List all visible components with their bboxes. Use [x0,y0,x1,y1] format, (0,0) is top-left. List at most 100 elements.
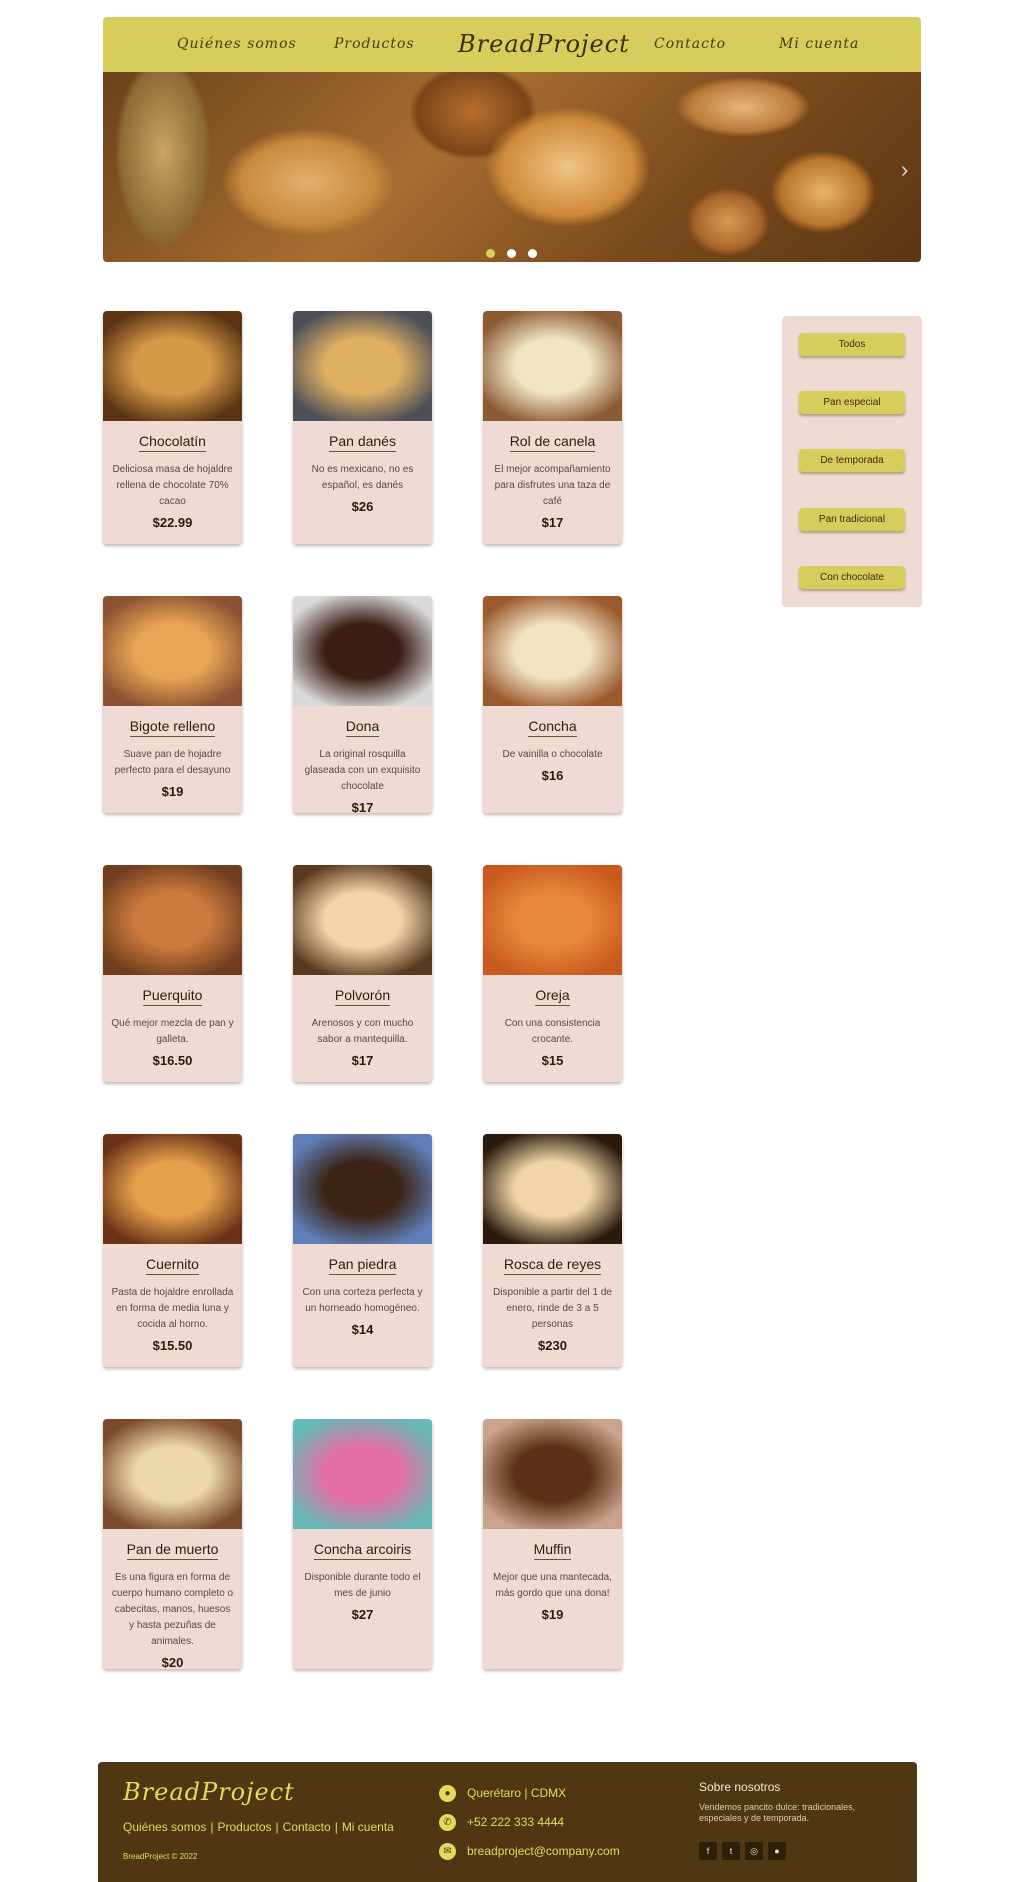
facebook-icon[interactable]: f [699,1842,717,1860]
product-card[interactable]: Chocolatín Deliciosa masa de hojaldre rel… [103,311,242,544]
product-image[interactable] [103,1419,242,1529]
footer-copyright: BreadProject © 2022 [123,1852,198,1861]
brand-logo[interactable]: BreadProject [458,17,630,72]
product-name[interactable]: Oreja [535,987,570,1006]
product-card[interactable]: Bigote relleno Suave pan de hojadre perfe… [103,596,242,813]
product-name[interactable]: Pan piedra [328,1256,397,1275]
product-image[interactable] [483,1419,622,1529]
product-name[interactable]: Muffin [533,1541,572,1560]
footer-link-contact[interactable]: Contacto [283,1820,331,1834]
product-card[interactable]: Pan piedra Con una corteza perfecta y un … [293,1134,432,1367]
product-description: Con una consistencia crocante. [504,1018,601,1045]
product-description: Es una figura en forma de cuerpo humano … [111,1572,234,1647]
product-name[interactable]: Rol de canela [509,433,596,452]
product-price: $15.50 [152,1338,193,1353]
product-price: $26 [351,499,374,514]
footer-link-about[interactable]: Quiénes somos [123,1820,206,1834]
filter-button-pan-tradicional[interactable]: Pan tradicional [799,508,905,531]
product-price: $230 [538,1338,567,1353]
phone-icon: ✆ [439,1813,456,1831]
product-price: $16 [541,768,564,783]
instagram-icon[interactable]: ◎ [745,1842,763,1860]
product-image[interactable] [483,596,622,706]
product-card[interactable]: Polvorón Arenosos y con mucho sabor a man… [293,865,432,1082]
product-name[interactable]: Cuernito [146,1256,199,1275]
footer: BreadProject Quiénes somos | Productos | Con… [98,1762,917,1882]
footer-location: ● Querétaro | CDMX [439,1784,566,1802]
product-description: Pasta de hojaldre enrollada en forma de … [111,1287,234,1330]
product-price: $19 [541,1607,564,1622]
product-price: $17 [351,1053,374,1068]
carousel-next-arrow[interactable]: › [901,157,908,183]
product-image[interactable] [293,1419,432,1529]
carousel-dot-2[interactable] [507,249,516,258]
product-name[interactable]: Pan de muerto [126,1541,219,1560]
footer-email-text[interactable]: breadproject@company.com [467,1844,620,1858]
footer-brand[interactable]: BreadProject [123,1778,295,1806]
filter-button-pan-especial[interactable]: Pan especial [799,391,905,414]
footer-email: ✉ breadproject@company.com [439,1842,620,1860]
product-card[interactable]: Dona La original rosquilla glaseada con u… [293,596,432,813]
filter-button-con-chocolate[interactable]: Con chocolate [799,566,905,589]
product-image[interactable] [483,865,622,975]
nav-link-about[interactable]: Quiénes somos [177,17,297,72]
product-image[interactable] [103,311,242,421]
product-price: $17 [541,515,564,530]
product-name[interactable]: Bigote relleno [129,718,216,737]
product-image[interactable] [483,1134,622,1244]
footer-link-separator: | [210,1820,214,1834]
product-price: $17 [351,800,374,813]
carousel-dot-3[interactable] [528,249,537,258]
product-description: No es mexicano, no es español, es danés [311,464,414,491]
product-price: $27 [351,1607,374,1622]
product-image[interactable] [293,865,432,975]
product-name[interactable]: Concha arcoiris [313,1541,412,1560]
twitter-icon[interactable]: t [722,1842,740,1860]
nav-link-contact[interactable]: Contacto [654,17,726,72]
product-image[interactable] [103,865,242,975]
nav-link-products[interactable]: Productos [334,17,415,72]
footer-phone-text[interactable]: +52 222 333 4444 [467,1815,564,1829]
product-card[interactable]: Rol de canela El mejor acompañamiento par… [483,311,622,544]
product-image[interactable] [103,596,242,706]
product-card[interactable]: Pan de muerto Es una figura en forma de c… [103,1419,242,1669]
nav-link-account[interactable]: Mi cuenta [779,17,859,72]
product-image[interactable] [103,1134,242,1244]
product-name[interactable]: Chocolatín [139,433,206,452]
product-name[interactable]: Pan danés [329,433,396,452]
footer-link-account[interactable]: Mi cuenta [342,1820,394,1834]
product-name[interactable]: Puerquito [142,987,203,1006]
carousel-dot-1[interactable] [486,249,495,258]
footer-link-separator: | [334,1820,338,1834]
product-card[interactable]: Puerquito Qué mejor mezcla de pan y galle… [103,865,242,1082]
filter-button-todos[interactable]: Todos [799,333,905,356]
product-card[interactable]: Muffin Mejor que una mantecada, más gordo… [483,1419,622,1669]
filter-button-de-temporada[interactable]: De temporada [799,449,905,472]
product-name[interactable]: Rosca de reyes [503,1256,602,1275]
location-icon: ● [439,1784,456,1802]
social-links: f t ◎ ● [699,1842,786,1860]
product-name[interactable]: Polvorón [334,987,391,1006]
product-price: $20 [161,1655,184,1669]
product-card[interactable]: Concha De vainilla o chocolate $16 [483,596,622,813]
product-card[interactable]: Pan danés No es mexicano, no es español, … [293,311,432,544]
product-image[interactable] [293,1134,432,1244]
product-name[interactable]: Concha [528,718,577,737]
footer-link-products[interactable]: Productos [218,1820,272,1834]
footer-links: Quiénes somos | Productos | Contacto | Mi cuen… [123,1820,394,1834]
footer-about-title: Sobre nosotros [699,1780,781,1794]
product-card[interactable]: Cuernito Pasta de hojaldre enrollada en f… [103,1134,242,1367]
product-price: $16.50 [152,1053,193,1068]
github-icon[interactable]: ● [768,1842,786,1860]
footer-link-separator: | [275,1820,279,1834]
product-name[interactable]: Dona [345,718,380,737]
product-description: Con una corteza perfecta y un horneado h… [302,1287,423,1314]
product-image[interactable] [293,596,432,706]
product-image[interactable] [483,311,622,421]
product-description: De vainilla o chocolate [502,749,603,760]
product-card[interactable]: Rosca de reyes Disponible a partir del 1 … [483,1134,622,1367]
product-card[interactable]: Oreja Con una consistencia crocante. $15 [483,865,622,1082]
product-card[interactable]: Concha arcoiris Disponible durante todo e… [293,1419,432,1669]
product-price: $14 [351,1322,374,1337]
product-image[interactable] [293,311,432,421]
